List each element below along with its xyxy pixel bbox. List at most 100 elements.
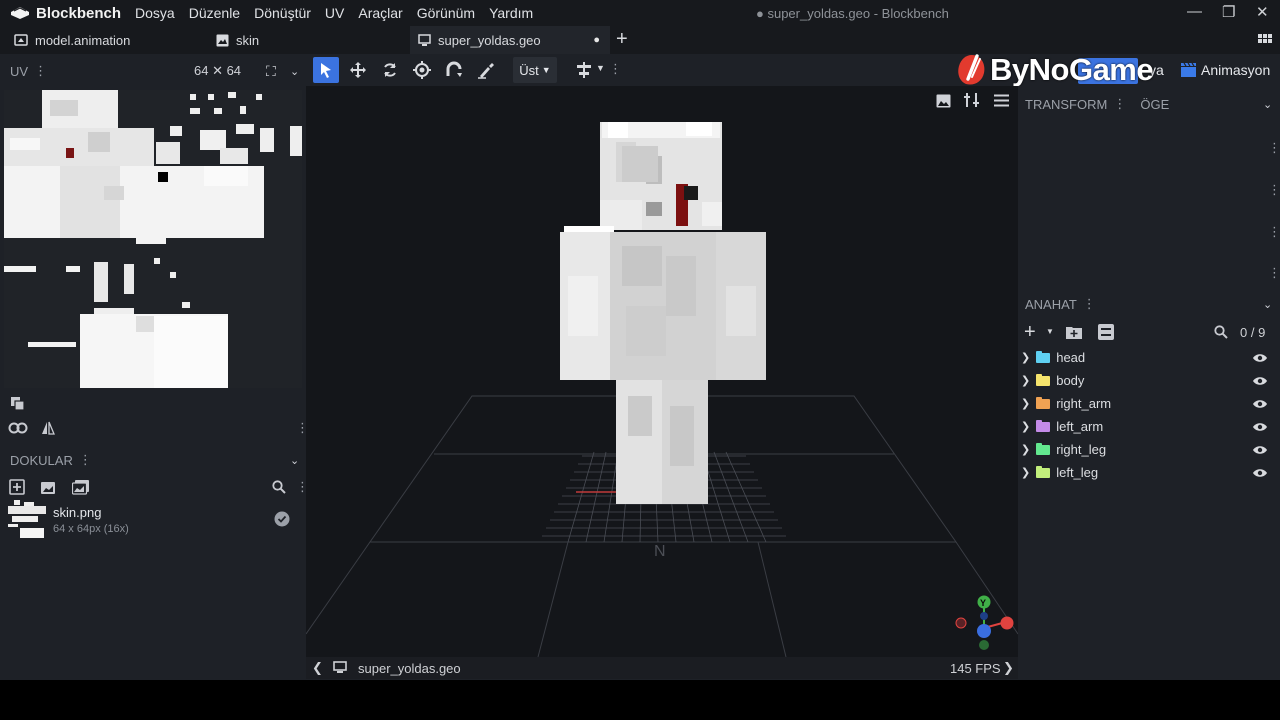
translate-tool-button[interactable] <box>345 57 371 83</box>
mode-animate-tab[interactable]: Animasyon <box>1201 62 1270 78</box>
outliner-group-right-arm[interactable]: ❯ right_arm <box>1018 392 1280 415</box>
unsaved-indicator[interactable]: ● <box>593 34 600 46</box>
add-element-plus-icon[interactable]: + <box>1024 321 1036 344</box>
transform-tab[interactable]: TRANSFORM <box>1025 97 1107 112</box>
axis-toggle-icon[interactable] <box>964 92 979 108</box>
outliner-group-left-leg[interactable]: ❯ left_leg <box>1018 461 1280 484</box>
element-tab[interactable]: ÖGE <box>1140 97 1169 112</box>
mirror-icon[interactable] <box>40 420 56 436</box>
menu-view[interactable]: Görünüm <box>417 5 475 21</box>
pivot-tool-button[interactable] <box>409 57 435 83</box>
fullscreen-icon[interactable]: ⛶ <box>266 63 276 80</box>
textures-title: DOKULAR <box>10 452 73 468</box>
chevron-right-icon[interactable]: ❯ <box>1021 374 1030 387</box>
chevron-down-icon[interactable]: ⌄ <box>290 454 299 467</box>
status-file-name[interactable]: super_yoldas.geo <box>358 661 461 676</box>
menu-uv[interactable]: UV <box>325 5 344 21</box>
collapse-all-icon[interactable] <box>1098 324 1114 340</box>
transform-panel-header: TRANSFORM ⋮ ÖGE ⌄ <box>1025 89 1275 119</box>
move-tool-button[interactable] <box>313 57 339 83</box>
visibility-eye-icon[interactable] <box>1253 468 1267 478</box>
panel-menu-icon[interactable]: ⋮ <box>1113 96 1126 112</box>
more-options-icon[interactable]: ⋮ <box>1268 265 1280 281</box>
vertex-snap-button[interactable] <box>473 57 499 83</box>
view-preset-select[interactable]: Üst ▼ <box>513 57 557 83</box>
tab-label: model.animation <box>35 32 131 48</box>
visibility-eye-icon[interactable] <box>1253 445 1267 455</box>
menu-file[interactable]: Dosya <box>135 5 175 21</box>
chevron-right-icon[interactable]: ❯ <box>1021 351 1030 364</box>
link-icon[interactable] <box>8 420 28 436</box>
add-texture-icon[interactable] <box>9 479 25 495</box>
chevron-right-icon[interactable]: ❯ <box>1003 660 1014 676</box>
outliner-group-right-leg[interactable]: ❯ right_leg <box>1018 438 1280 461</box>
apps-grid-icon[interactable] <box>1258 34 1272 48</box>
menu-edit[interactable]: Düzenle <box>189 5 240 21</box>
menu-transform[interactable]: Dönüştür <box>254 5 311 21</box>
panel-menu-icon[interactable]: ⋮ <box>1083 296 1096 312</box>
group-label: right_leg <box>1056 442 1107 457</box>
chevron-right-icon[interactable]: ❯ <box>1021 420 1030 433</box>
more-options-icon[interactable]: ⋮ <box>1268 182 1280 198</box>
more-options-icon[interactable]: ⋮ <box>1268 224 1280 240</box>
chevron-down-icon[interactable]: ⌄ <box>1263 98 1272 111</box>
chevron-down-icon[interactable]: ⌄ <box>1263 298 1272 311</box>
import-texture-icon[interactable] <box>40 479 56 495</box>
align-icon <box>577 62 591 78</box>
textures-panel-header: DOKULAR ⋮ ⌄ <box>10 445 304 475</box>
outliner-group-left-arm[interactable]: ❯ left_arm <box>1018 415 1280 438</box>
visibility-eye-icon[interactable] <box>1253 399 1267 409</box>
move-arrows-icon <box>350 62 366 78</box>
hamburger-menu-icon[interactable] <box>994 94 1009 107</box>
chevron-left-icon[interactable]: ❮ <box>312 660 323 676</box>
visibility-eye-icon[interactable] <box>1253 376 1267 386</box>
close-icon[interactable]: ✕ <box>1256 3 1269 21</box>
bend-tool-button[interactable] <box>441 57 467 83</box>
group-label: left_arm <box>1056 419 1104 434</box>
search-icon[interactable] <box>272 480 286 494</box>
toolbar-more-icon[interactable]: ⋮ <box>609 61 622 77</box>
group-label: left_leg <box>1056 465 1099 480</box>
texture-gallery-icon[interactable] <box>72 479 90 495</box>
copy-icon[interactable] <box>10 396 26 412</box>
texture-list-item[interactable]: skin.png 64 x 64px (16x) <box>4 500 302 540</box>
search-icon[interactable] <box>1214 325 1228 339</box>
uv-resolution[interactable]: 64 ✕ 64 <box>194 63 241 79</box>
maximize-icon[interactable]: ❐ <box>1222 3 1235 21</box>
tab-skin[interactable]: skin <box>216 26 259 54</box>
texture-saved-check-icon[interactable] <box>274 511 290 527</box>
title-bar: Blockbench Dosya Düzenle Dönüştür UV Ara… <box>0 0 1280 26</box>
screenshot-icon[interactable] <box>936 94 951 108</box>
menu-tools[interactable]: Araçlar <box>358 5 402 21</box>
tab-model-animation[interactable]: model.animation <box>14 26 130 54</box>
visibility-eye-icon[interactable] <box>1253 353 1267 363</box>
add-group-icon[interactable] <box>1066 325 1082 339</box>
fps-counter: 145 FPS <box>950 660 1001 676</box>
tab-super-yoldas-geo[interactable]: super_yoldas.geo ● <box>410 26 610 54</box>
caret-down-icon[interactable]: ▼ <box>596 63 605 73</box>
uv-texture-editor[interactable] <box>4 90 302 388</box>
outliner-group-head[interactable]: ❯ head <box>1018 346 1280 369</box>
svg-text:N: N <box>654 543 666 560</box>
panel-menu-icon[interactable]: ⋮ <box>79 452 92 468</box>
panel-menu-icon[interactable]: ⋮ <box>34 63 47 79</box>
group-label: right_arm <box>1056 396 1112 411</box>
transform-space-button[interactable] <box>571 57 597 83</box>
chevron-right-icon[interactable]: ❯ <box>1021 397 1030 410</box>
chevron-right-icon[interactable]: ❯ <box>1021 443 1030 456</box>
menu-help[interactable]: Yardım <box>489 5 533 21</box>
rotate-icon <box>384 63 396 77</box>
3d-viewport[interactable]: N Y <box>306 86 1018 657</box>
new-tab-plus-icon[interactable]: + <box>616 28 628 51</box>
visibility-eye-icon[interactable] <box>1253 422 1267 432</box>
window-title: ● super_yoldas.geo - Blockbench <box>756 6 949 21</box>
uv-panel-header: UV ⋮ 64 ✕ 64 ⛶ ⌄ <box>10 56 300 86</box>
outliner-group-body[interactable]: ❯ body <box>1018 369 1280 392</box>
rotate-tool-button[interactable] <box>377 57 403 83</box>
clapperboard-icon <box>1181 63 1196 77</box>
minimize-icon[interactable]: — <box>1187 3 1202 20</box>
chevron-down-icon[interactable]: ⌄ <box>290 65 299 78</box>
chevron-right-icon[interactable]: ❯ <box>1021 466 1030 479</box>
more-options-icon[interactable]: ⋮ <box>1268 140 1280 156</box>
caret-down-icon[interactable]: ▼ <box>1046 327 1054 336</box>
